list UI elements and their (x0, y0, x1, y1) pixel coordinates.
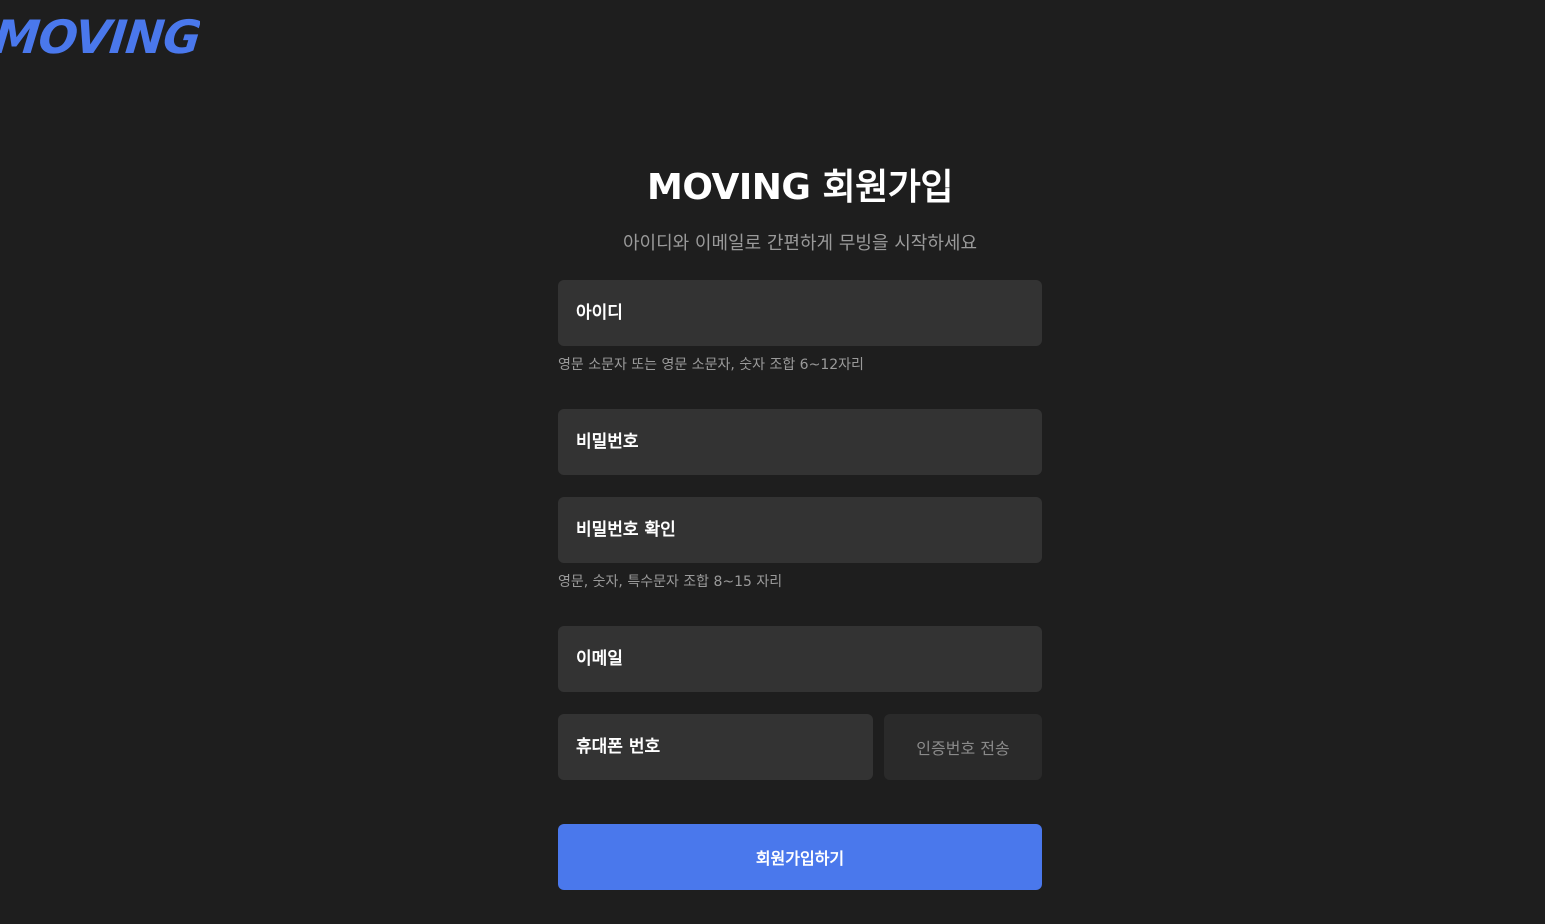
password-hint: 영문, 숫자, 특수문자 조합 8~15 자리 (558, 574, 783, 590)
phone-input[interactable] (576, 737, 855, 757)
signup-form: MOVING 회원가입 아이디와 이메일로 간편하게 무빙을 시작하세요 영문 … (558, 160, 1042, 890)
username-field-container (558, 280, 1042, 346)
email-field-container (558, 626, 1042, 692)
username-input[interactable] (576, 303, 1024, 323)
page-title: MOVING 회원가입 (647, 167, 953, 208)
phone-row: 인증번호 전송 (558, 714, 1042, 780)
logo-text: MOVING (0, 12, 200, 62)
send-verification-code-button[interactable]: 인증번호 전송 (884, 714, 1042, 780)
password-confirm-field-container (558, 497, 1042, 563)
password-confirm-input[interactable] (576, 520, 1024, 540)
password-field-container (558, 409, 1042, 475)
password-input[interactable] (576, 432, 1024, 452)
page-subtitle: 아이디와 이메일로 간편하게 무빙을 시작하세요 (622, 233, 978, 254)
signup-submit-button[interactable]: 회원가입하기 (558, 824, 1042, 890)
email-input[interactable] (576, 649, 1024, 669)
signup-page: MOVING MOVING 회원가입 아이디와 이메일로 간편하게 무빙을 시작… (0, 0, 1545, 924)
moving-logo[interactable]: MOVING (0, 12, 200, 62)
phone-field-container (558, 714, 873, 780)
username-hint: 영문 소문자 또는 영문 소문자, 숫자 조합 6~12자리 (558, 357, 864, 373)
